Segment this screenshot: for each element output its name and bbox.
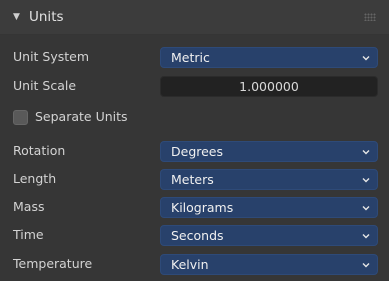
chevron-down-icon: [362, 263, 370, 268]
chevron-down-icon: [362, 234, 370, 239]
chevron-down-icon: [362, 56, 370, 61]
unit-system-dropdown[interactable]: Metric: [160, 47, 378, 68]
chevron-down-icon: [362, 150, 370, 155]
unit-system-value: Metric: [171, 50, 210, 65]
time-value: Seconds: [171, 228, 224, 243]
rotation-dropdown[interactable]: Degrees: [160, 141, 378, 162]
drag-grip-icon[interactable]: [364, 13, 376, 21]
unit-scale-label: Unit Scale: [13, 78, 77, 93]
rotation-value: Degrees: [171, 144, 224, 159]
separate-units-label[interactable]: Separate Units: [35, 109, 128, 125]
length-label: Length: [13, 171, 57, 186]
unit-scale-value: 1.000000: [239, 79, 299, 94]
temperature-value: Kelvin: [171, 257, 209, 272]
panel-header[interactable]: ▼ Units: [0, 0, 389, 35]
temperature-label: Temperature: [13, 256, 93, 271]
panel-title: Units: [29, 9, 64, 25]
separate-units-checkbox[interactable]: [13, 110, 28, 125]
mass-dropdown[interactable]: Kilograms: [160, 197, 378, 218]
mass-value: Kilograms: [171, 200, 234, 215]
time-label: Time: [13, 227, 44, 242]
time-dropdown[interactable]: Seconds: [160, 225, 378, 246]
chevron-down-icon: [362, 206, 370, 211]
mass-label: Mass: [13, 199, 45, 214]
temperature-dropdown[interactable]: Kelvin: [160, 254, 378, 275]
chevron-down-icon: [362, 178, 370, 183]
length-dropdown[interactable]: Meters: [160, 169, 378, 190]
rotation-label: Rotation: [13, 143, 66, 158]
collapse-triangle-icon[interactable]: ▼: [13, 13, 20, 22]
units-panel: ▼ Units Unit System Metric Unit Scale 1.…: [0, 0, 389, 281]
unit-scale-field[interactable]: 1.000000: [160, 76, 378, 97]
length-value: Meters: [171, 172, 214, 187]
unit-system-label: Unit System: [13, 49, 90, 64]
